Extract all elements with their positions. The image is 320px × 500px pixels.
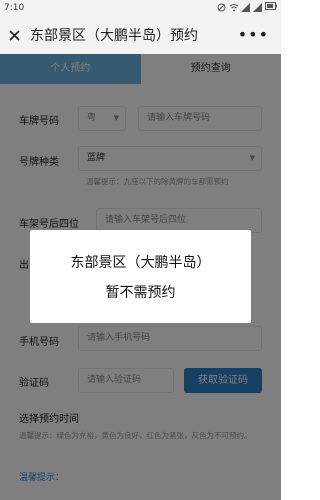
- signal-icon: [241, 2, 250, 12]
- dialog-title: 东部景区（大鹏半岛）: [70, 255, 211, 271]
- dialog-message: 暂不需预约: [105, 285, 176, 301]
- mute-icon: [217, 3, 226, 12]
- nav-bar: 东部景区（大鹏半岛）预约 •••: [0, 16, 281, 54]
- battery-icon: [265, 2, 277, 12]
- wifi-icon: [229, 3, 239, 12]
- status-time: 7:10: [4, 3, 25, 13]
- page-title: 东部景区（大鹏半岛）预约: [30, 28, 198, 44]
- close-button[interactable]: [0, 16, 28, 54]
- close-icon: [8, 29, 20, 41]
- more-options-button[interactable]: •••: [238, 25, 269, 44]
- notice-dialog: 东部景区（大鹏半岛） 暂不需预约: [30, 230, 251, 323]
- status-icons: [217, 2, 277, 12]
- status-bar: 7:10: [0, 0, 281, 16]
- signal-icon-2: [253, 2, 262, 12]
